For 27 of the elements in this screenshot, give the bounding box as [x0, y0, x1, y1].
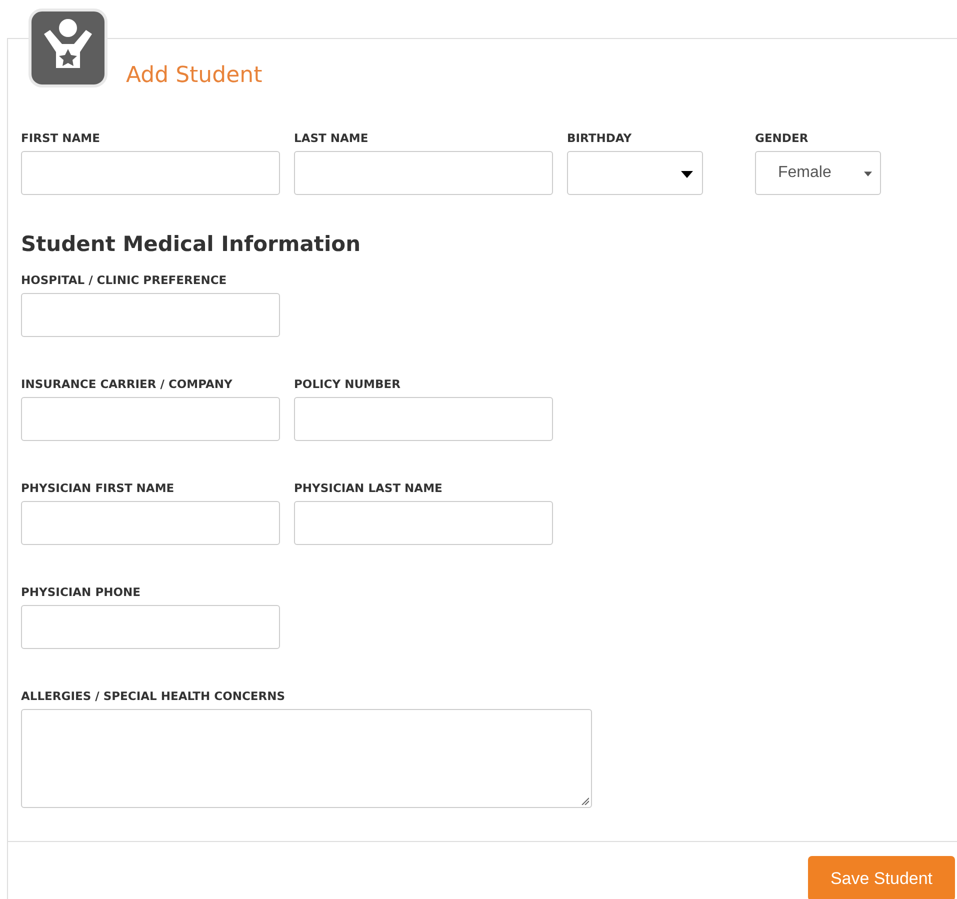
input-field[interactable] [21, 151, 280, 195]
field-label: INSURANCE CARRIER / COMPANY [21, 377, 234, 391]
field-label: FIRST NAME [21, 131, 101, 145]
input-field[interactable] [21, 293, 280, 337]
field-label: LAST NAME [294, 131, 370, 145]
caret-icon [681, 171, 693, 178]
page-title: Add Student [126, 62, 264, 90]
input-field[interactable] [21, 501, 280, 545]
gender-dropdown[interactable]: Female [755, 151, 881, 195]
field-label: PHYSICIAN LAST NAME [294, 481, 444, 495]
field-label: BIRTHDAY [567, 131, 633, 145]
field-label: POLICY NUMBER [294, 377, 402, 391]
text-area[interactable] [21, 709, 592, 808]
input-field[interactable] [21, 397, 280, 441]
caret-icon [864, 171, 872, 177]
date-field[interactable] [567, 151, 703, 195]
resize-grip-icon [581, 797, 589, 805]
input-field[interactable] [21, 605, 280, 649]
input-field[interactable] [294, 151, 553, 195]
field-label: HOSPITAL / CLINIC PREFERENCE [21, 273, 228, 287]
field-label: ALLERGIES / SPECIAL HEALTH CONCERNS [21, 689, 286, 703]
field-label: PHYSICIAN PHONE [21, 585, 142, 599]
field-label: GENDER [755, 131, 810, 145]
input-field[interactable] [294, 397, 553, 441]
input-field[interactable] [294, 501, 553, 545]
field-label: PHYSICIAN FIRST NAME [21, 481, 176, 495]
section-heading: Student Medical Information [21, 231, 362, 257]
